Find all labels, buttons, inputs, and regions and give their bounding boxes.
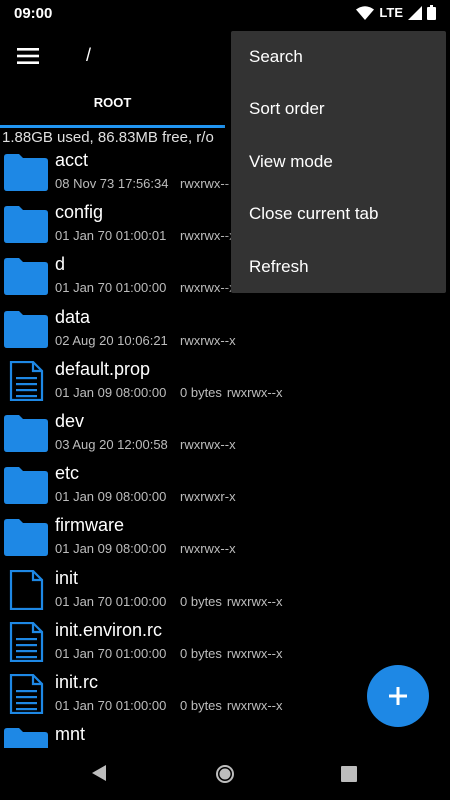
file-permissions: rwxrwx--x xyxy=(226,645,283,661)
file-date: 01 Jan 09 08:00:00 xyxy=(55,541,167,557)
file-date: 01 Jan 70 01:00:00 xyxy=(55,280,167,296)
file-date: 01 Jan 70 01:00:01 xyxy=(55,228,167,244)
file-size: 0 bytes xyxy=(180,697,222,713)
file-name: data xyxy=(55,306,91,327)
file-date: 02 Aug 20 10:06:21 xyxy=(55,332,168,348)
file-meta: 01 Jan 09 08:00:00 rwxrwxr-x xyxy=(55,489,236,504)
file-name: mnt xyxy=(55,724,86,745)
file-date: 01 Jan 09 08:00:00 xyxy=(55,384,167,400)
file-permissions: rwxrwxr-x xyxy=(180,489,236,505)
file-meta: 03 Aug 20 12:00:58 rwxrwx--x xyxy=(55,437,236,452)
folder-icon xyxy=(3,152,49,192)
current-path: / xyxy=(86,45,92,65)
file-name: etc xyxy=(55,463,80,484)
menu-item-search[interactable]: Search xyxy=(231,31,446,83)
file-permissions: rwxrwx--x xyxy=(180,332,236,348)
tab-root[interactable]: ROOT xyxy=(0,84,225,128)
file-date: 08 Nov 73 17:56:34 xyxy=(55,176,169,191)
file-meta: 01 Jan 70 01:00:00 0 bytes rwxrwx--x xyxy=(55,698,283,713)
menu-item-close-current-tab[interactable]: Close current tab xyxy=(231,188,446,240)
file-row-init-environ-rc[interactable]: init.environ.rc 01 Jan 70 01:00:00 0 bytes… xyxy=(0,616,450,668)
file-name: config xyxy=(55,202,104,223)
hamburger-menu-icon[interactable] xyxy=(14,42,42,70)
file-permissions: rwxrwx--x xyxy=(180,228,236,244)
file-row-dev[interactable]: dev 03 Aug 20 12:00:58 rwxrwx--x xyxy=(0,407,450,459)
folder-icon xyxy=(3,309,49,349)
menu-item-refresh[interactable]: Refresh xyxy=(231,241,446,293)
file-permissions: rwxrwx--x xyxy=(180,436,236,452)
text-file-icon xyxy=(3,621,49,662)
file-icon xyxy=(3,569,49,610)
folder-icon xyxy=(3,413,49,453)
file-name: acct xyxy=(55,150,89,170)
file-name: d xyxy=(55,254,66,275)
file-name: init.rc xyxy=(55,671,99,692)
folder-icon xyxy=(3,517,49,557)
recents-icon[interactable] xyxy=(341,766,357,787)
status-bar: 09:00 LTE xyxy=(0,0,450,28)
signal-icon xyxy=(408,5,422,20)
file-date: 01 Jan 70 01:00:00 xyxy=(55,697,167,713)
file-name: default.prop xyxy=(55,358,151,379)
file-name: dev xyxy=(55,410,85,431)
network-type: LTE xyxy=(379,5,403,20)
text-file-icon xyxy=(3,673,49,714)
folder-icon xyxy=(3,204,49,244)
file-meta: 01 Jan 70 01:00:01 rwxrwx--x xyxy=(55,228,236,243)
add-button[interactable] xyxy=(367,665,429,727)
file-row-etc[interactable]: etc 01 Jan 09 08:00:00 rwxrwxr-x xyxy=(0,459,450,511)
folder-icon xyxy=(3,256,49,296)
folder-icon xyxy=(3,726,49,748)
file-meta: 01 Jan 09 08:00:00 0 bytes rwxrwx--x xyxy=(55,385,283,400)
navigation-bar xyxy=(0,748,450,800)
file-row-mnt[interactable]: mnt xyxy=(0,720,450,748)
wifi-icon xyxy=(356,5,375,20)
file-row-firmware[interactable]: firmware 01 Jan 09 08:00:00 rwxrwx--x xyxy=(0,511,450,563)
storage-info: 1.88GB used, 86.83MB free, r/o xyxy=(2,129,214,146)
file-date: 03 Aug 20 12:00:58 xyxy=(55,436,168,452)
menu-item-sort-order[interactable]: Sort order xyxy=(231,83,446,135)
plus-icon xyxy=(389,687,407,705)
file-permissions: rwxrwx--x xyxy=(180,280,236,296)
home-icon[interactable] xyxy=(215,764,235,789)
status-time: 09:00 xyxy=(14,5,53,22)
file-name: init.environ.rc xyxy=(55,619,163,640)
file-size: 0 bytes xyxy=(180,384,222,400)
overflow-menu: Search Sort order View mode Close curren… xyxy=(231,31,446,293)
text-file-icon xyxy=(3,360,49,401)
file-meta: 01 Jan 70 01:00:00 0 bytes rwxrwx--x xyxy=(55,594,283,609)
battery-icon xyxy=(427,5,436,20)
file-date: 01 Jan 09 08:00:00 xyxy=(55,489,167,505)
file-meta: 08 Nov 73 17:56:34 rwxrwx-- xyxy=(55,176,229,191)
file-date: 01 Jan 70 01:00:00 xyxy=(55,645,167,661)
file-size: 0 bytes xyxy=(180,593,222,609)
file-row-data[interactable]: data 02 Aug 20 10:06:21 rwxrwx--x xyxy=(0,303,450,355)
status-icons: LTE xyxy=(356,5,436,20)
file-meta: 01 Jan 70 01:00:00 rwxrwx--x xyxy=(55,280,236,295)
file-permissions: rwxrwx-- xyxy=(180,176,230,191)
file-permissions: rwxrwx--x xyxy=(180,541,236,557)
back-icon[interactable] xyxy=(90,764,108,787)
file-row-init[interactable]: init 01 Jan 70 01:00:00 0 bytes rwxrwx--x xyxy=(0,564,450,616)
file-date: 01 Jan 70 01:00:00 xyxy=(55,593,167,609)
file-size: 0 bytes xyxy=(180,645,222,661)
file-meta: 01 Jan 70 01:00:00 0 bytes rwxrwx--x xyxy=(55,646,283,661)
menu-item-view-mode[interactable]: View mode xyxy=(231,136,446,188)
tab-indicator xyxy=(0,125,225,128)
folder-icon xyxy=(3,465,49,505)
file-permissions: rwxrwx--x xyxy=(226,697,283,713)
file-name: firmware xyxy=(55,515,125,536)
file-name: init xyxy=(55,567,79,588)
file-permissions: rwxrwx--x xyxy=(226,384,283,400)
file-permissions: rwxrwx--x xyxy=(226,593,283,609)
file-meta: 01 Jan 09 08:00:00 rwxrwx--x xyxy=(55,541,236,556)
file-meta: 02 Aug 20 10:06:21 rwxrwx--x xyxy=(55,333,236,348)
file-row-default-prop[interactable]: default.prop 01 Jan 09 08:00:00 0 bytes rwx… xyxy=(0,355,450,407)
